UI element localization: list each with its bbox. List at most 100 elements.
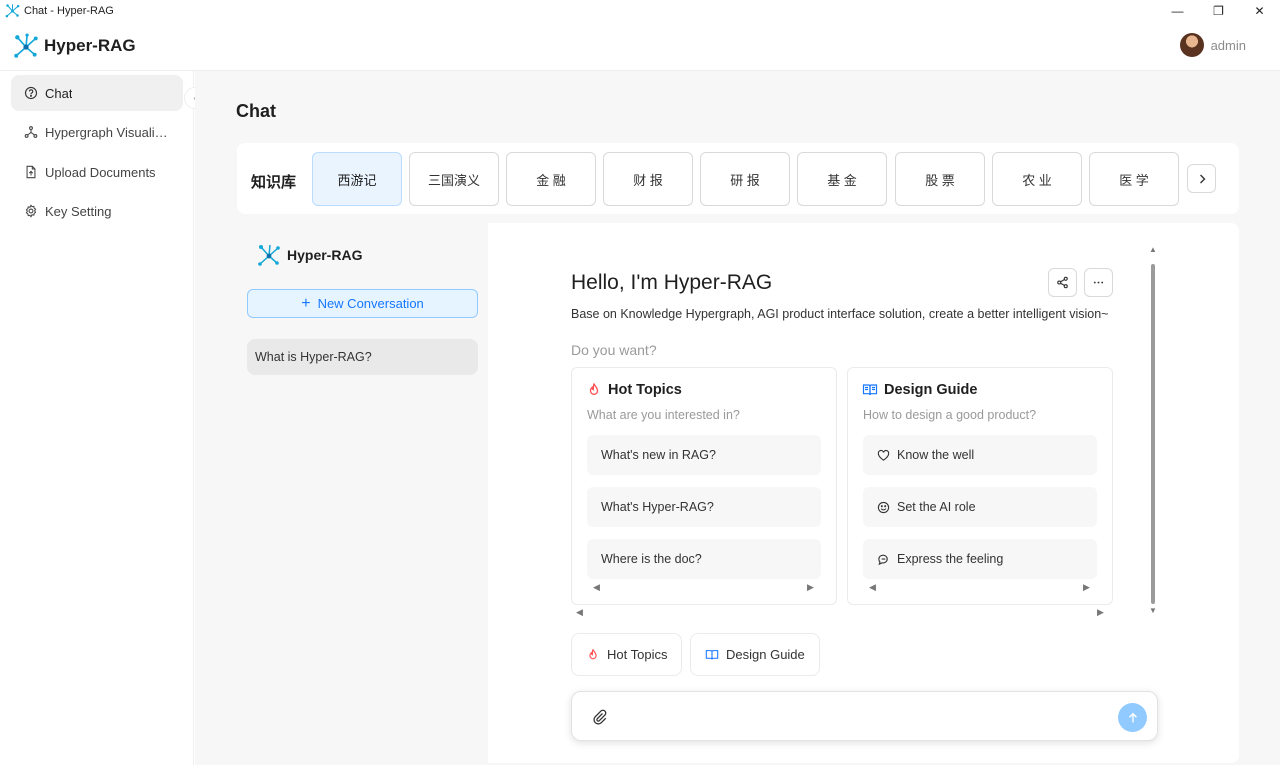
scroll-down-icon[interactable]: ▼: [1149, 606, 1157, 615]
prompts-scroll-left-icon[interactable]: ◀: [576, 607, 583, 618]
hyper-rag-logo-icon[interactable]: [13, 33, 39, 59]
app-header: Hyper-RAG admin: [0, 21, 1280, 71]
kb-tab-xiyouji[interactable]: 西游记: [312, 152, 402, 206]
fire-icon: [589, 383, 599, 395]
hot-topic-item[interactable]: Where is the doc?: [587, 539, 821, 579]
sidebar-item-label: Hypergraph Visualization: [45, 124, 170, 140]
restore-button[interactable]: ❐: [1198, 0, 1239, 21]
scrollbar-thumb[interactable]: [1151, 264, 1155, 604]
paperclip-icon[interactable]: [592, 709, 608, 725]
design-guide-header: Design Guide: [862, 382, 977, 398]
window-titlebar: Chat - Hyper-RAG — ❐ ✕: [0, 0, 1280, 21]
share-icon: [1057, 276, 1068, 289]
kb-tab-finance[interactable]: 金 融: [506, 152, 596, 206]
plus-icon: +: [301, 294, 311, 312]
hyper-rag-logo-icon: [5, 4, 20, 18]
new-conversation-label: New Conversation: [317, 296, 424, 311]
conversation-panel-title: Hyper-RAG: [287, 247, 363, 263]
new-conversation-button[interactable]: + New Conversation: [247, 289, 478, 318]
chevron-right-icon: [1199, 174, 1205, 183]
design-guide-tag[interactable]: Design Guide: [690, 633, 820, 676]
kb-tab-agriculture[interactable]: 农 业: [992, 152, 1082, 206]
hot-topics-tag-label: Hot Topics: [607, 647, 668, 662]
scroll-right-icon[interactable]: ▶: [807, 582, 814, 593]
hot-topic-item[interactable]: What's Hyper-RAG?: [587, 487, 821, 527]
design-guide-item-label: Know the well: [897, 448, 975, 462]
kb-tab-stock[interactable]: 股 票: [895, 152, 985, 206]
hot-topics-tag[interactable]: Hot Topics: [571, 633, 683, 676]
hot-topics-subtitle: What are you interested in?: [587, 408, 740, 422]
minimize-button[interactable]: —: [1157, 0, 1198, 21]
kb-tab-research-report[interactable]: 研 报: [700, 152, 790, 206]
design-guide-card: Design Guide How to design a good produc…: [847, 367, 1113, 605]
knowledge-base-bar: 知识库 西游记 三国演义 金 融 财 报 研 报 基 金 股 票 农 业 医 学: [237, 143, 1239, 214]
scroll-left-icon[interactable]: ◀: [593, 582, 600, 593]
scroll-left-icon[interactable]: ◀: [869, 582, 876, 593]
send-button[interactable]: [1118, 703, 1147, 732]
prompts-scroll-right-icon[interactable]: ▶: [1097, 607, 1104, 618]
hyper-rag-logo-icon: [258, 244, 280, 266]
sidebar-item-label: Chat: [45, 85, 73, 101]
conversation-item[interactable]: What is Hyper-RAG?: [247, 339, 478, 375]
help-circle-icon: [24, 86, 38, 100]
design-guide-item-label: Express the feeling: [897, 552, 1004, 566]
sidebar-item-upload[interactable]: Upload Documents: [11, 154, 183, 190]
conversation-panel-header: Hyper-RAG: [257, 243, 362, 267]
arrow-up-icon: [1128, 712, 1137, 722]
more-button[interactable]: [1084, 268, 1113, 297]
kb-next-button[interactable]: [1187, 164, 1216, 193]
hot-topics-card: Hot Topics What are you interested in? W…: [571, 367, 837, 605]
welcome-description: Base on Knowledge Hypergraph, AGI produc…: [571, 307, 1109, 321]
sidebar-item-label: Key Setting: [45, 203, 112, 219]
sidebar-item-label: Upload Documents: [45, 164, 156, 180]
design-guide-item[interactable]: Set the AI role: [863, 487, 1097, 527]
kb-tab-financial-report[interactable]: 财 报: [603, 152, 693, 206]
hot-topics-header: Hot Topics: [586, 382, 682, 398]
gear-icon: [25, 204, 37, 218]
sidebar-item-key-setting[interactable]: Key Setting: [11, 193, 183, 229]
conversation-panel: Hyper-RAG + New Conversation What is Hyp…: [237, 223, 488, 763]
chat-area: Hello, I'm Hyper-RAG Base on Knowledge H…: [488, 223, 1239, 763]
sidebar: Chat Hypergraph Visualization Upload Doc…: [0, 71, 194, 765]
design-guide-subtitle: How to design a good product?: [863, 408, 1037, 422]
page-title: Chat: [236, 101, 276, 121]
smile-icon: [877, 501, 890, 513]
app-name[interactable]: Hyper-RAG: [44, 36, 136, 56]
hypergraph-icon: [24, 126, 38, 138]
fire-icon: [589, 648, 597, 659]
design-guide-item[interactable]: Express the feeling: [863, 539, 1097, 579]
knowledge-base-label: 知识库: [251, 174, 297, 191]
sidebar-item-chat[interactable]: Chat: [11, 75, 183, 111]
kb-tab-fund[interactable]: 基 金: [797, 152, 887, 206]
kb-tab-sanguo[interactable]: 三国演义: [409, 152, 499, 206]
design-guide-tag-label: Design Guide: [726, 647, 805, 662]
chat-content-card: Hyper-RAG + New Conversation What is Hyp…: [237, 223, 1239, 763]
close-button[interactable]: ✕: [1239, 0, 1280, 21]
ellipsis-icon: [1093, 281, 1104, 284]
share-button[interactable]: [1048, 268, 1077, 297]
scroll-up-icon[interactable]: ▲: [1149, 245, 1157, 254]
welcome-actions: [1048, 268, 1113, 297]
book-icon: [862, 384, 878, 396]
avatar[interactable]: [1179, 33, 1204, 57]
welcome-title: Hello, I'm Hyper-RAG: [571, 271, 773, 294]
user-name[interactable]: admin: [1211, 38, 1246, 53]
comment-icon: [878, 554, 888, 565]
scroll-right-icon[interactable]: ▶: [1083, 582, 1090, 593]
design-guide-item[interactable]: Know the well: [863, 435, 1097, 475]
kb-tab-medicine[interactable]: 医 学: [1089, 152, 1179, 206]
chat-scrollbar[interactable]: ▲ ▼: [1148, 245, 1158, 618]
prompts-label: Do you want?: [571, 342, 657, 358]
design-guide-item-label: Set the AI role: [897, 500, 976, 514]
chat-input[interactable]: [571, 691, 1158, 741]
heart-icon: [877, 449, 890, 461]
main-content: Chat 知识库 西游记 三国演义 金 融 财 报 研 报 基 金 股 票 农 …: [195, 71, 1280, 765]
window-controls: — ❐ ✕: [1157, 0, 1280, 21]
user-menu[interactable]: admin: [1179, 33, 1246, 57]
hot-topic-item[interactable]: What's new in RAG?: [587, 435, 821, 475]
book-icon: [705, 649, 719, 659]
file-upload-icon: [26, 165, 36, 179]
sidebar-item-hypergraph[interactable]: Hypergraph Visualization: [11, 114, 183, 150]
hot-topics-title: Hot Topics: [608, 382, 682, 398]
design-guide-title: Design Guide: [884, 382, 978, 398]
